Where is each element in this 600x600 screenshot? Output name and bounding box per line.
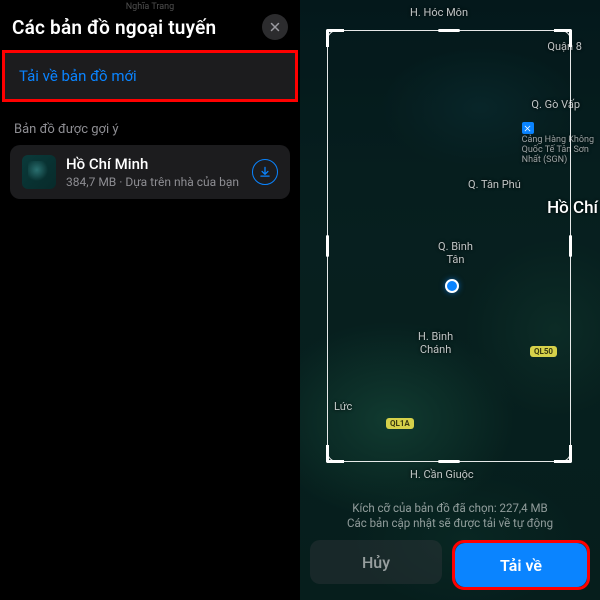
map-update-text: Các bản cập nhật sẽ được tải về tự động bbox=[310, 516, 590, 530]
status-bar-remnant: Nghĩa Trang bbox=[0, 2, 300, 12]
offline-maps-pane: Nghĩa Trang Các bản đồ ngoại tuyến Tải v… bbox=[0, 0, 300, 600]
selection-handle-left[interactable] bbox=[326, 235, 329, 257]
close-icon bbox=[269, 21, 281, 33]
suggested-map-title: Hồ Chí Minh bbox=[66, 155, 242, 173]
selection-handle-top[interactable] bbox=[438, 29, 460, 32]
selection-handle-tl[interactable] bbox=[326, 29, 344, 47]
download-icon bbox=[258, 165, 272, 179]
map-label-hoc-mon: H. Hóc Môn bbox=[410, 6, 468, 19]
map-selection-box[interactable] bbox=[327, 30, 571, 462]
suggested-map-subtitle: 384,7 MB · Dựa trên nhà của bạn bbox=[66, 175, 242, 189]
suggested-maps-label: Bản đồ được gợi ý bbox=[0, 102, 300, 145]
suggested-map-item[interactable]: Hồ Chí Minh 384,7 MB · Dựa trên nhà của … bbox=[10, 145, 290, 199]
download-button[interactable]: Tải về bbox=[455, 543, 587, 587]
close-button[interactable] bbox=[262, 14, 288, 40]
map-thumbnail bbox=[22, 155, 56, 189]
selection-handle-br[interactable] bbox=[554, 445, 572, 463]
cancel-button[interactable]: Hủy bbox=[310, 540, 442, 584]
selection-handle-bottom[interactable] bbox=[438, 460, 460, 463]
map-selection-pane: H. Hóc Môn Quận 8 Q. Gò Vấp Cảng Hàng Kh… bbox=[300, 0, 600, 600]
map-bottom-bar: Kích cỡ của bản đồ đã chọn: 227,4 MB Các… bbox=[300, 493, 600, 600]
map-action-row: Hủy Tải về bbox=[310, 540, 590, 590]
selection-handle-right[interactable] bbox=[569, 235, 572, 257]
download-button-highlight: Tải về bbox=[452, 540, 590, 590]
selection-handle-tr[interactable] bbox=[554, 29, 572, 47]
map-size-text: Kích cỡ của bản đồ đã chọn: 227,4 MB bbox=[310, 501, 590, 515]
suggested-map-text: Hồ Chí Minh 384,7 MB · Dựa trên nhà của … bbox=[66, 155, 242, 189]
download-suggested-button[interactable] bbox=[252, 159, 278, 185]
selection-handle-bl[interactable] bbox=[326, 445, 344, 463]
map-label-can-giuoc: H. Cần Giuộc bbox=[410, 468, 474, 481]
offline-maps-title: Các bản đồ ngoại tuyến bbox=[12, 16, 216, 39]
download-new-map-button[interactable]: Tải về bản đồ mới bbox=[2, 50, 298, 102]
